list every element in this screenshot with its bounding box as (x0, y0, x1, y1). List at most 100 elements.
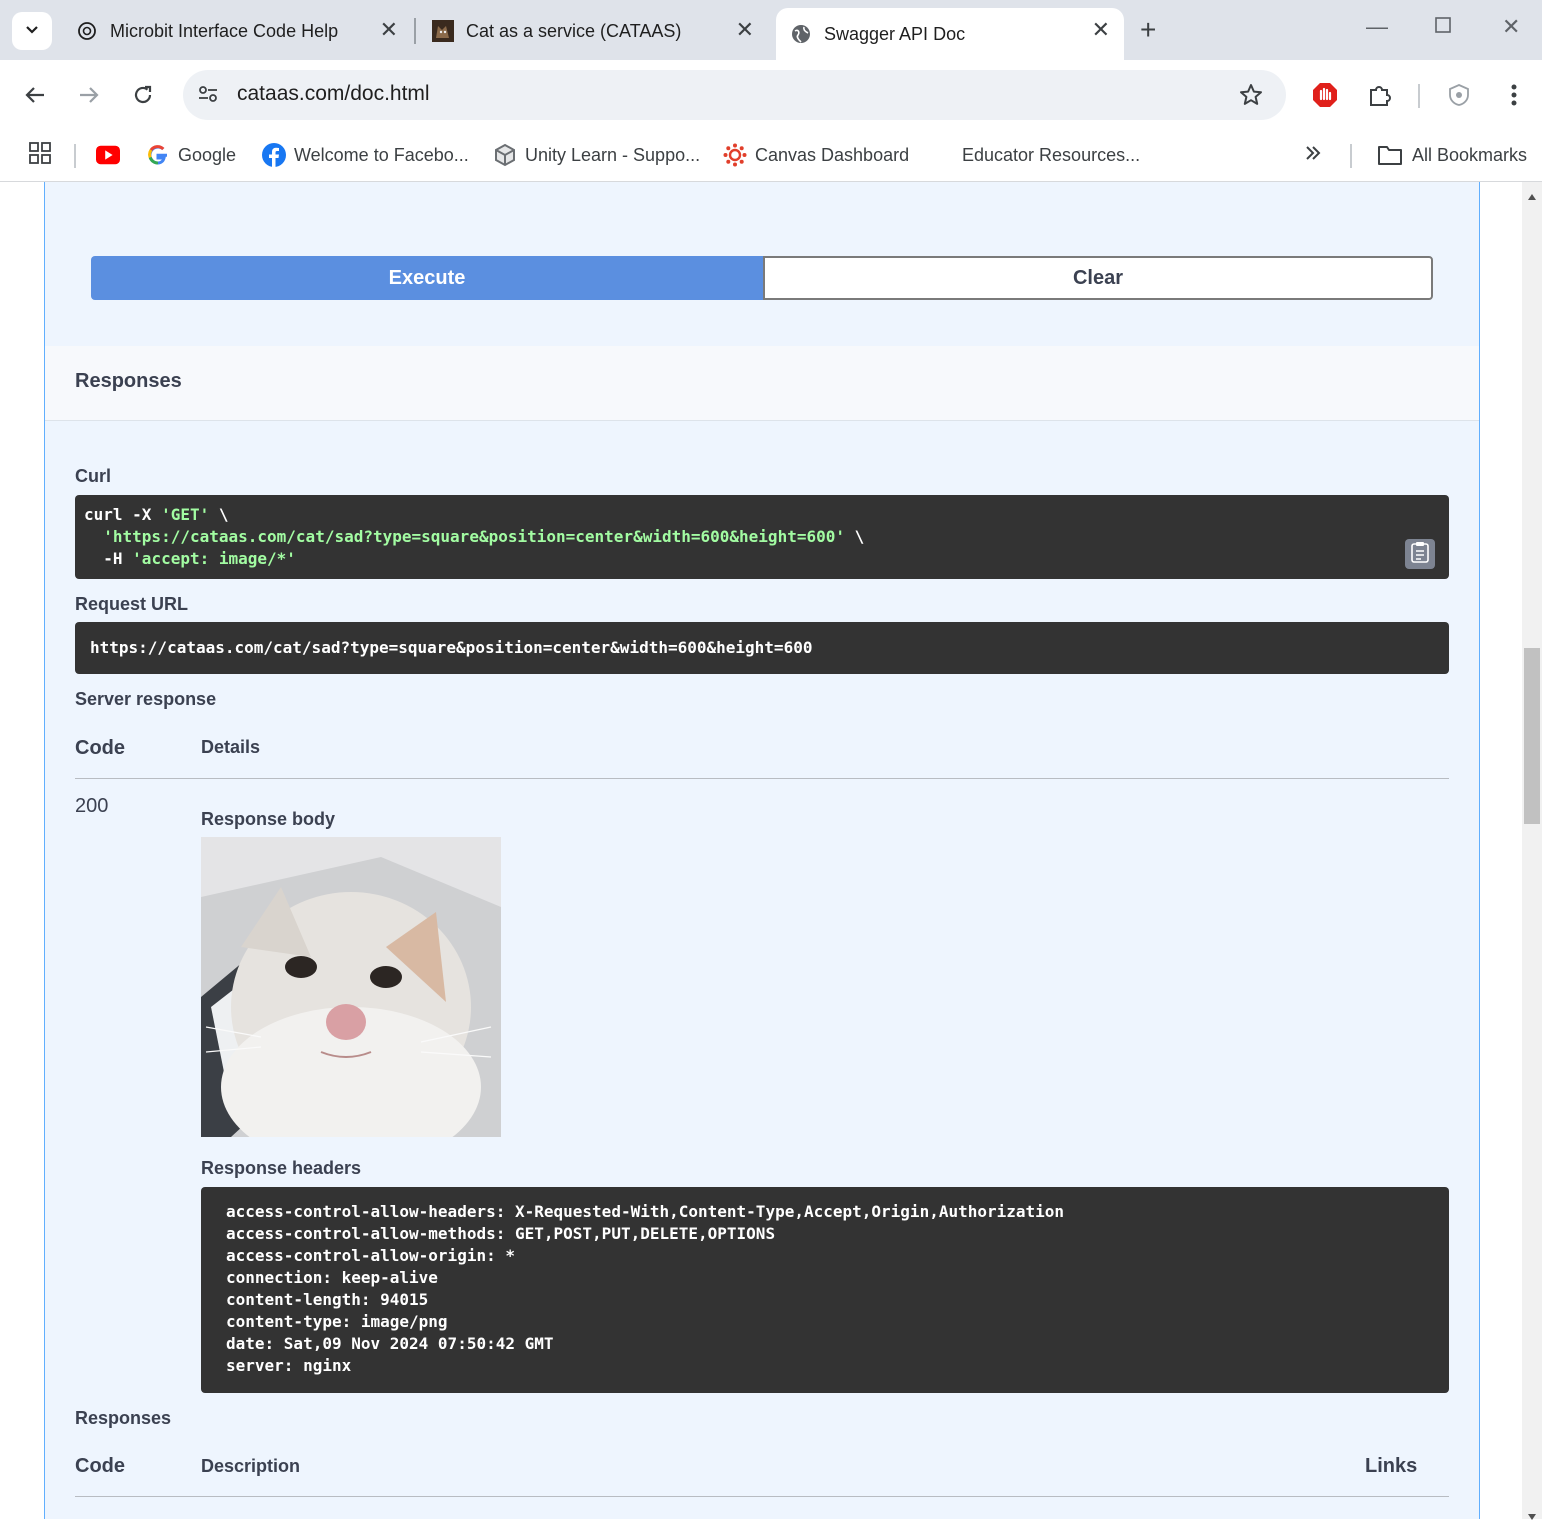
scrollbar-thumb[interactable] (1524, 648, 1540, 824)
globe-icon (790, 23, 812, 45)
bookmarks-bar: Google Welcome to Facebo... Unity Learn … (0, 130, 1542, 182)
tab-title: Swagger API Doc (824, 23, 966, 44)
curl-label: Curl (75, 466, 111, 486)
responses-heading: Responses (75, 370, 182, 392)
clear-button[interactable]: Clear (763, 256, 1433, 300)
chevron-down-icon (24, 21, 40, 42)
request-url-value: https://cataas.com/cat/sad?type=square&p… (90, 638, 813, 657)
tab-strip: Microbit Interface Code Help ✕ Cat as a … (0, 0, 1542, 60)
page-viewport: Execute Clear Responses Curl curl -X 'GE… (0, 182, 1522, 1519)
extensions-puzzle-icon[interactable] (1363, 78, 1397, 112)
column-header-links: Links (1365, 1455, 1418, 1477)
tab-microbit[interactable]: Microbit Interface Code Help ✕ (62, 8, 412, 54)
back-arrow-icon (25, 87, 44, 103)
bookmark-youtube[interactable] (96, 138, 128, 172)
header-line: connection: keep-alive (226, 1268, 438, 1287)
close-icon[interactable]: ✕ (736, 19, 754, 41)
site-settings-icon[interactable] (197, 83, 219, 110)
browser-toolbar: cataas.com/doc.html (0, 60, 1542, 130)
back-button[interactable] (18, 78, 52, 112)
all-bookmarks-button[interactable]: All Bookmarks (1376, 138, 1527, 172)
tab-swagger[interactable]: Swagger API Doc ✕ (776, 8, 1124, 60)
new-tab-button[interactable]: + (1140, 16, 1156, 44)
close-icon[interactable]: ✕ (1092, 19, 1110, 41)
bookmark-label: Canvas Dashboard (755, 144, 910, 165)
window-close-icon[interactable]: ✕ (1502, 14, 1520, 40)
youtube-icon (96, 143, 120, 167)
apps-grid-button[interactable] (28, 138, 52, 172)
folder-icon (1376, 143, 1404, 167)
header-line: content-type: image/png (226, 1312, 448, 1331)
responses-section-header: Responses (45, 346, 1479, 421)
close-icon[interactable]: ✕ (380, 19, 398, 41)
tab-separator (414, 18, 416, 44)
minimize-icon[interactable]: — (1366, 14, 1388, 40)
vertical-scrollbar[interactable] (1522, 182, 1542, 1520)
shield-extension-icon[interactable] (1442, 78, 1476, 112)
bookmark-label: Unity Learn - Suppo... (525, 144, 701, 165)
adblock-extension-icon[interactable] (1308, 78, 1342, 112)
bookmark-label: Welcome to Facebo... (294, 144, 469, 165)
response-body-cat-image (201, 837, 501, 1137)
table-divider (75, 1496, 1449, 1497)
reload-icon (134, 85, 152, 104)
bookmark-label: Google (178, 144, 237, 165)
url-text[interactable]: cataas.com/doc.html (237, 82, 430, 106)
header-line: access-control-allow-methods: GET,POST,P… (226, 1224, 776, 1243)
request-url-label: Request URL (75, 594, 189, 614)
header-line: access-control-allow-headers: X-Requeste… (226, 1202, 1065, 1221)
table-divider (75, 778, 1449, 779)
apps-grid-icon (28, 141, 52, 170)
bookmarks-divider (1350, 144, 1352, 168)
maximize-icon[interactable] (1434, 14, 1452, 40)
response-headers-list: access-control-allow-headers: X-Requeste… (226, 1201, 1064, 1377)
column-header-code: Code (75, 1455, 125, 1477)
header-line: server: nginx (226, 1356, 352, 1375)
column-header-code: Code (75, 737, 125, 759)
response-headers-block[interactable]: access-control-allow-headers: X-Requeste… (201, 1187, 1449, 1393)
curl-code-block[interactable]: curl -X 'GET' \ 'https://cataas.com/cat/… (75, 495, 1449, 579)
forward-button[interactable] (72, 78, 106, 112)
tab-title: Microbit Interface Code Help (110, 20, 339, 41)
response-status-code: 200 (75, 795, 109, 817)
clipboard-icon (1410, 541, 1430, 568)
tab-cataas[interactable]: Cat as a service (CATAAS) ✕ (418, 8, 768, 54)
request-url-block[interactable]: https://cataas.com/cat/sad?type=square&p… (75, 622, 1449, 674)
canvas-icon (723, 143, 747, 167)
google-icon (146, 143, 170, 167)
tab-title: Cat as a service (CATAAS) (466, 20, 682, 41)
bookmark-canvas[interactable]: Canvas Dashboard (723, 138, 909, 172)
bookmark-label: All Bookmarks (1412, 144, 1528, 165)
unity-icon (493, 143, 517, 167)
response-body-label: Response body (201, 809, 336, 829)
cat-favicon (432, 20, 454, 42)
header-line: access-control-allow-origin: * (226, 1246, 515, 1265)
tab-search-button[interactable] (12, 12, 52, 50)
bookmark-google[interactable]: Google (146, 138, 236, 172)
responses-table-label: Responses (75, 1408, 172, 1428)
bookmark-unity[interactable]: Unity Learn - Suppo... (493, 138, 700, 172)
scroll-down-arrow-icon[interactable] (1527, 1508, 1537, 1526)
address-bar[interactable]: cataas.com/doc.html (183, 70, 1286, 120)
bookmark-label: Educator Resources... (962, 144, 1141, 165)
column-header-details: Details (201, 737, 261, 757)
header-line: content-length: 94015 (226, 1290, 429, 1309)
more-bookmarks-button[interactable] (1304, 138, 1322, 172)
bookmarks-divider (74, 144, 76, 168)
response-headers-label: Response headers (201, 1158, 362, 1178)
star-icon[interactable] (1238, 82, 1264, 113)
menu-kebab-icon[interactable] (1497, 78, 1531, 112)
bookmark-facebook[interactable]: Welcome to Facebo... (262, 138, 469, 172)
scroll-up-arrow-icon[interactable] (1527, 188, 1537, 206)
curl-command: curl -X 'GET' \ 'https://cataas.com/cat/… (84, 505, 865, 568)
server-response-label: Server response (75, 689, 217, 709)
copy-to-clipboard-button[interactable] (1405, 539, 1435, 569)
header-line: date: Sat,09 Nov 2024 07:50:42 GMT (226, 1334, 554, 1353)
double-chevron-right-icon (1304, 142, 1322, 168)
toolbar-divider (1418, 84, 1420, 108)
reload-button[interactable] (126, 78, 160, 112)
facebook-icon (262, 143, 286, 167)
openai-icon (76, 20, 98, 42)
bookmark-educator-resources[interactable]: Educator Resources... (962, 138, 1140, 172)
execute-button[interactable]: Execute (91, 256, 763, 300)
